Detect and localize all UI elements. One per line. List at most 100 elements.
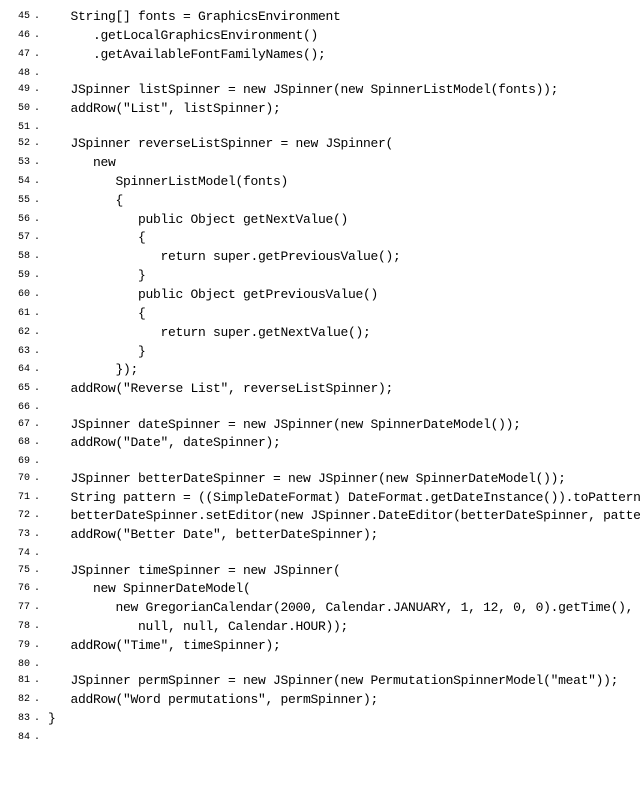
code-content: addRow("Date", dateSpinner);	[48, 434, 636, 453]
line-number: 52	[4, 135, 34, 154]
line-number: 63	[4, 343, 34, 362]
line-number: 64	[4, 361, 34, 380]
code-line: 61. {	[4, 305, 636, 324]
code-content: {	[48, 305, 636, 324]
line-dot: .	[34, 729, 48, 746]
code-content: null, null, Calendar.HOUR));	[48, 618, 636, 637]
code-line: 71. String pattern = ((SimpleDateFormat)…	[4, 489, 636, 508]
code-line: 48.	[4, 65, 636, 82]
code-content: return super.getNextValue();	[48, 324, 636, 343]
code-line: 63. }	[4, 343, 636, 362]
line-dot: .	[34, 154, 48, 173]
line-number: 71	[4, 489, 34, 508]
code-line: 70. JSpinner betterDateSpinner = new JSp…	[4, 470, 636, 489]
line-number: 78	[4, 618, 34, 637]
line-dot: .	[34, 637, 48, 656]
code-line: 54. SpinnerListModel(fonts)	[4, 173, 636, 192]
line-dot: .	[34, 8, 48, 27]
code-line: 79. addRow("Time", timeSpinner);	[4, 637, 636, 656]
code-content: JSpinner permSpinner = new JSpinner(new …	[48, 672, 636, 691]
line-dot: .	[34, 192, 48, 211]
code-content: addRow("List", listSpinner);	[48, 100, 636, 119]
line-dot: .	[34, 305, 48, 324]
line-dot: .	[34, 267, 48, 286]
code-content: addRow("Time", timeSpinner);	[48, 637, 636, 656]
line-number: 82	[4, 691, 34, 710]
line-dot: .	[34, 65, 48, 82]
line-number: 70	[4, 470, 34, 489]
line-number: 68	[4, 434, 34, 453]
code-line: 67. JSpinner dateSpinner = new JSpinner(…	[4, 416, 636, 435]
line-dot: .	[34, 710, 48, 729]
line-number: 66	[4, 399, 34, 416]
code-line: 68. addRow("Date", dateSpinner);	[4, 434, 636, 453]
code-content: JSpinner dateSpinner = new JSpinner(new …	[48, 416, 636, 435]
code-content: betterDateSpinner.setEditor(new JSpinner…	[48, 507, 640, 526]
code-content	[48, 729, 636, 746]
code-line: 58. return super.getPreviousValue();	[4, 248, 636, 267]
line-number: 74	[4, 545, 34, 562]
code-content: public Object getNextValue()	[48, 211, 636, 230]
line-number: 56	[4, 211, 34, 230]
code-line: 47. .getAvailableFontFamilyNames();	[4, 46, 636, 65]
line-dot: .	[34, 229, 48, 248]
code-content: return super.getPreviousValue();	[48, 248, 636, 267]
line-dot: .	[34, 27, 48, 46]
line-dot: .	[34, 545, 48, 562]
line-dot: .	[34, 691, 48, 710]
code-content	[48, 656, 636, 673]
code-content: JSpinner betterDateSpinner = new JSpinne…	[48, 470, 636, 489]
line-dot: .	[34, 46, 48, 65]
code-content: }	[48, 343, 636, 362]
code-content	[48, 65, 636, 82]
code-line: 74.	[4, 545, 636, 562]
code-line: 82. addRow("Word permutations", permSpin…	[4, 691, 636, 710]
code-content	[48, 453, 636, 470]
code-content	[48, 119, 636, 136]
line-number: 58	[4, 248, 34, 267]
line-number: 48	[4, 65, 34, 82]
code-content: new GregorianCalendar(2000, Calendar.JAN…	[48, 599, 636, 618]
line-dot: .	[34, 672, 48, 691]
code-content: {	[48, 229, 636, 248]
code-content: }	[48, 710, 636, 729]
code-content: new SpinnerDateModel(	[48, 580, 636, 599]
line-number: 54	[4, 173, 34, 192]
line-number: 72	[4, 507, 34, 526]
line-dot: .	[34, 453, 48, 470]
line-dot: .	[34, 81, 48, 100]
code-line: 69.	[4, 453, 636, 470]
code-line: 50. addRow("List", listSpinner);	[4, 100, 636, 119]
code-line: 78. null, null, Calendar.HOUR));	[4, 618, 636, 637]
line-dot: .	[34, 399, 48, 416]
line-dot: .	[34, 211, 48, 230]
code-content: public Object getPreviousValue()	[48, 286, 636, 305]
line-number: 47	[4, 46, 34, 65]
line-dot: .	[34, 580, 48, 599]
line-dot: .	[34, 173, 48, 192]
line-number: 65	[4, 380, 34, 399]
code-line: 84.	[4, 729, 636, 746]
line-dot: .	[34, 248, 48, 267]
line-dot: .	[34, 489, 48, 508]
line-number: 55	[4, 192, 34, 211]
code-line: 76. new SpinnerDateModel(	[4, 580, 636, 599]
code-content: addRow("Better Date", betterDateSpinner)…	[48, 526, 636, 545]
line-number: 81	[4, 672, 34, 691]
code-content: new	[48, 154, 636, 173]
code-listing: 45. String[] fonts = GraphicsEnvironment…	[4, 8, 636, 745]
code-content: JSpinner listSpinner = new JSpinner(new …	[48, 81, 636, 100]
code-line: 52. JSpinner reverseListSpinner = new JS…	[4, 135, 636, 154]
code-line: 60. public Object getPreviousValue()	[4, 286, 636, 305]
code-line: 80.	[4, 656, 636, 673]
code-content: JSpinner timeSpinner = new JSpinner(	[48, 562, 636, 581]
line-number: 76	[4, 580, 34, 599]
line-dot: .	[34, 507, 48, 526]
line-number: 50	[4, 100, 34, 119]
code-line: 81. JSpinner permSpinner = new JSpinner(…	[4, 672, 636, 691]
code-line: 72. betterDateSpinner.setEditor(new JSpi…	[4, 507, 636, 526]
code-content: String pattern = ((SimpleDateFormat) Dat…	[48, 489, 640, 508]
line-number: 49	[4, 81, 34, 100]
code-content: }	[48, 267, 636, 286]
code-content: {	[48, 192, 636, 211]
